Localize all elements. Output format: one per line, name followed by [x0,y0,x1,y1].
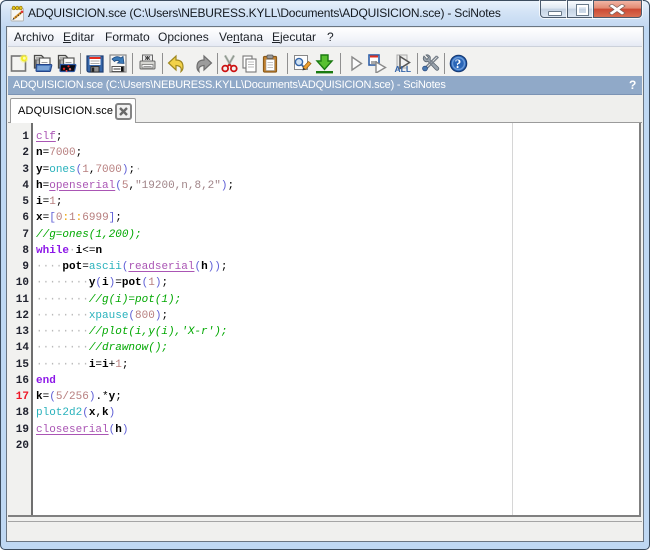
svg-text:ALL: ALL [395,64,412,73]
svg-text:?: ? [455,56,462,71]
